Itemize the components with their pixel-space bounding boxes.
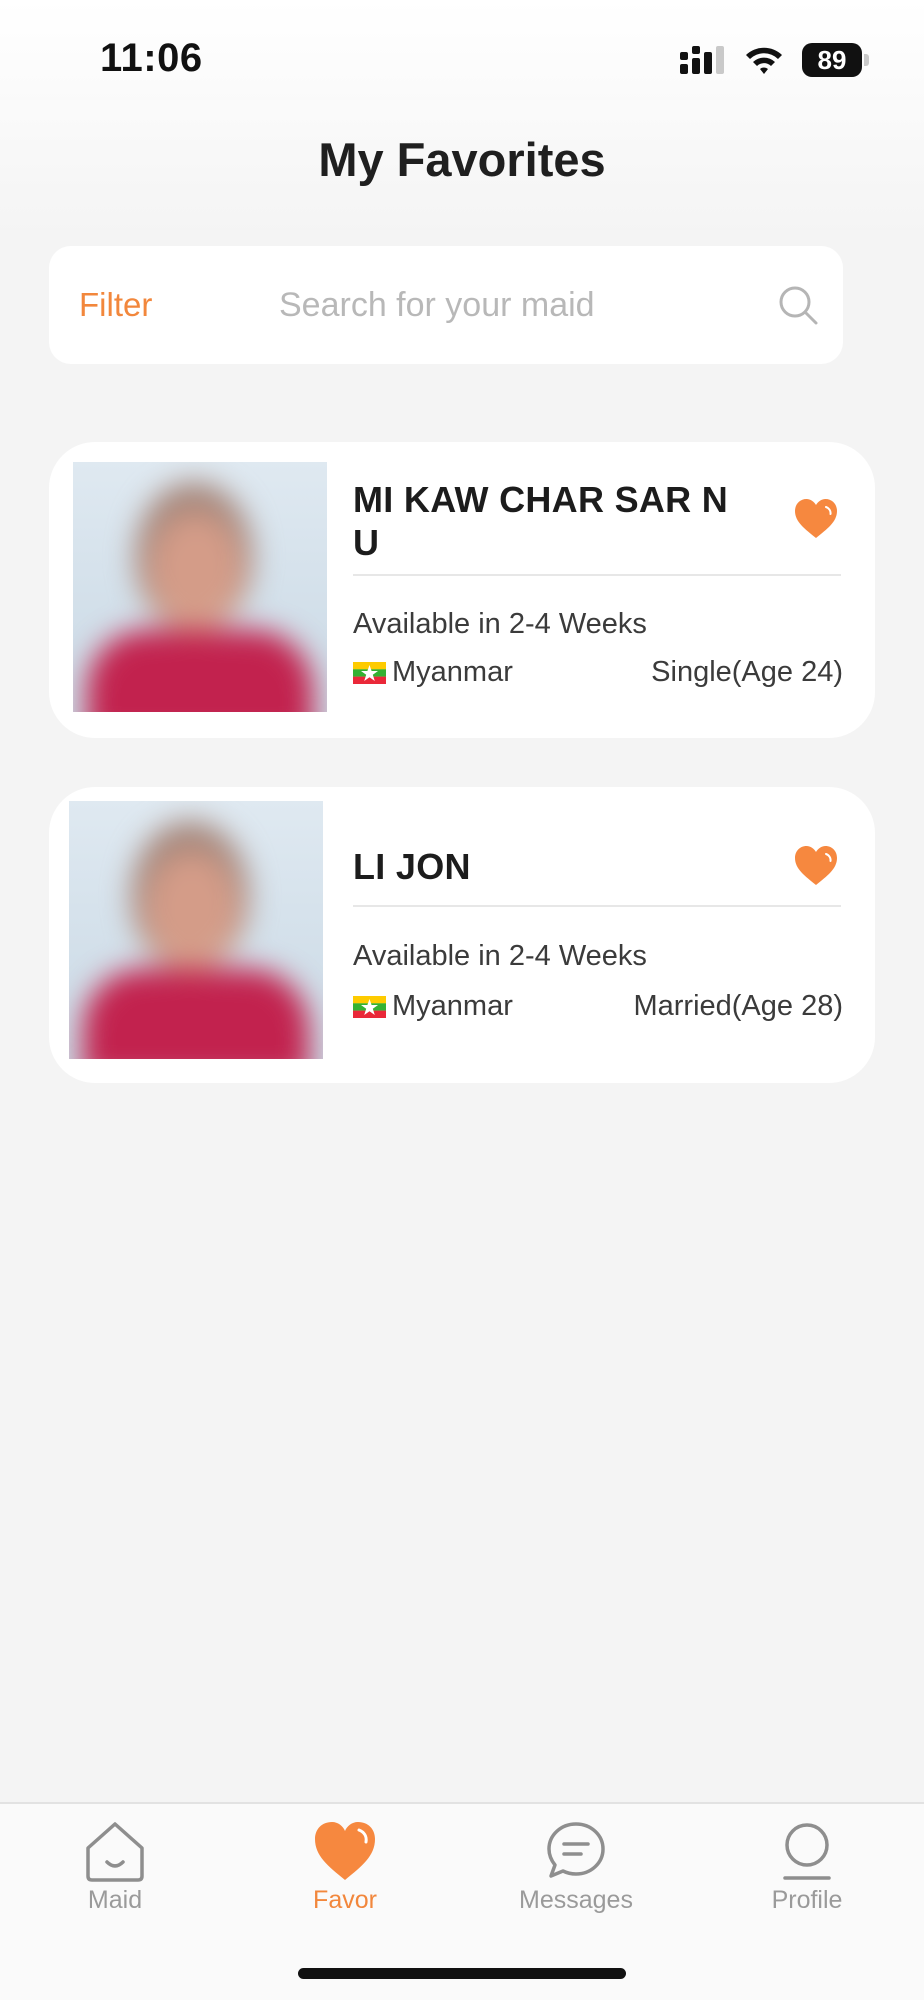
tab-maid[interactable]: Maid: [15, 1818, 215, 1928]
maid-name: LI JON: [353, 846, 471, 887]
country-info: Myanmar: [353, 656, 513, 689]
tab-label: Messages: [519, 1886, 633, 1914]
search-input[interactable]: [279, 276, 699, 334]
divider: [353, 574, 841, 576]
tab-favor[interactable]: Favor: [245, 1818, 445, 1928]
wifi-icon: [746, 47, 782, 74]
status-icons: 89: [680, 42, 869, 78]
tab-label: Favor: [313, 1886, 377, 1914]
marital-status: Single(Age 24): [651, 656, 843, 688]
maid-photo[interactable]: [73, 462, 327, 712]
status-time: 11:06: [100, 36, 203, 80]
filter-button[interactable]: Filter: [79, 286, 152, 324]
home-icon: [86, 1822, 144, 1882]
country-info: Myanmar: [353, 990, 513, 1023]
divider: [353, 905, 841, 907]
tab-label: Maid: [87, 1886, 143, 1914]
tab-label: Profile: [771, 1886, 843, 1914]
myanmar-flag-icon: [353, 661, 386, 684]
availability-text: Available in 2-4 Weeks: [353, 608, 647, 640]
status-bar: 11:06 89: [0, 0, 924, 120]
tab-messages[interactable]: Messages: [476, 1818, 676, 1928]
availability-text: Available in 2-4 Weeks: [353, 940, 647, 972]
search-icon[interactable]: [777, 284, 819, 326]
battery-level: 89: [817, 44, 847, 75]
chat-icon: [547, 1822, 605, 1878]
tab-profile[interactable]: Profile: [707, 1818, 907, 1928]
country-name: Myanmar: [392, 990, 513, 1022]
home-indicator: [298, 1968, 626, 1979]
maid-photo[interactable]: [69, 801, 323, 1059]
favorite-heart-icon[interactable]: [793, 845, 839, 887]
maid-name: MI KAW CHAR SAR N U: [353, 479, 729, 563]
favorite-card[interactable]: LI JON Available in 2-4 Weeks Myanmar Ma…: [49, 787, 875, 1083]
marital-status: Married(Age 28): [633, 990, 843, 1022]
country-name: Myanmar: [392, 656, 513, 688]
heart-icon: [315, 1822, 375, 1880]
search-bar: Filter: [49, 246, 843, 364]
favorite-heart-icon[interactable]: [793, 498, 839, 540]
battery-icon: 89: [802, 43, 869, 77]
cellular-signal-icon: [680, 46, 724, 74]
favorite-card[interactable]: MI KAW CHAR SAR N U Available in 2-4 Wee…: [49, 442, 875, 738]
myanmar-flag-icon: [353, 995, 386, 1018]
page-title: My Favorites: [318, 133, 606, 186]
profile-icon: [783, 1823, 831, 1880]
